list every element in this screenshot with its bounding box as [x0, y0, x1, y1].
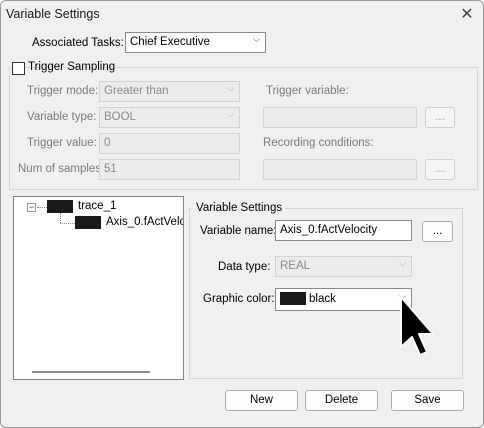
tree-connector: [60, 213, 61, 223]
chevron-down-icon: ⌵: [399, 258, 406, 268]
variable-type-label: Variable type:: [27, 111, 97, 123]
num-samples-field[interactable]: 51: [99, 159, 240, 180]
variable-name-field[interactable]: Axis_0.fActVelocity: [275, 220, 412, 241]
variable-name-value: Axis_0.fActVelocity: [280, 224, 378, 236]
tree-root-trace[interactable]: trace_1: [78, 200, 116, 212]
trigger-mode-dropdown[interactable]: Greater than ⌵: [99, 81, 240, 102]
trace-tree[interactable]: − trace_1 Axis_0.fActVelocity: [13, 196, 184, 380]
trigger-value-field[interactable]: 0: [99, 133, 240, 154]
variable-name-label: Variable name:: [200, 225, 277, 237]
num-samples-label: Num of samples:: [18, 163, 105, 175]
associated-tasks-dropdown[interactable]: Chief Executive ⌵: [125, 32, 266, 53]
trigger-variable-browse-button[interactable]: ...: [425, 107, 455, 128]
variable-type-value: BOOL: [104, 111, 136, 123]
color-swatch: [280, 292, 306, 305]
data-type-dropdown[interactable]: REAL ⌵: [275, 256, 412, 277]
recording-conditions-field[interactable]: [263, 159, 417, 180]
chevron-down-icon: ⌵: [227, 83, 234, 93]
graphic-color-value: black: [309, 293, 336, 305]
recording-conditions-label: Recording conditions:: [263, 137, 374, 149]
tree-connector: [60, 223, 75, 224]
dialog-title: Variable Settings: [6, 7, 100, 21]
recording-conditions-browse-button[interactable]: ...: [425, 159, 455, 180]
variable-type-dropdown[interactable]: BOOL ⌵: [99, 107, 240, 128]
variable-name-browse-button[interactable]: ...: [422, 221, 453, 242]
new-button[interactable]: New: [225, 390, 298, 411]
close-icon[interactable]: ✕: [457, 5, 477, 25]
trigger-value-value: 0: [104, 137, 111, 149]
trigger-mode-label: Trigger mode:: [27, 85, 99, 97]
variable-icon: [75, 216, 101, 229]
delete-button[interactable]: Delete: [305, 390, 378, 411]
tree-child-variable[interactable]: Axis_0.fActVelocity: [106, 216, 183, 228]
title-bar: Variable Settings ✕: [1, 1, 483, 29]
variable-settings-dialog: Variable Settings ✕ Associated Tasks: Ch…: [0, 0, 484, 428]
trigger-mode-value: Greater than: [104, 85, 169, 97]
variable-settings-group-title: Variable Settings: [193, 202, 286, 214]
data-type-label: Data type:: [218, 261, 271, 273]
collapse-icon[interactable]: −: [27, 203, 36, 212]
chevron-down-icon: ⌵: [253, 34, 260, 44]
associated-tasks-label: Associated Tasks:: [32, 37, 124, 49]
mouse-pointer-icon: [400, 296, 434, 356]
associated-tasks-value: Chief Executive: [130, 36, 210, 48]
tree-connector: [37, 207, 47, 208]
data-type-value: REAL: [280, 260, 311, 272]
trigger-variable-field[interactable]: [263, 107, 417, 128]
num-samples-value: 51: [104, 163, 117, 175]
save-button[interactable]: Save: [391, 390, 464, 411]
trigger-sampling-label: Trigger Sampling: [28, 61, 116, 73]
trigger-sampling-header: Trigger Sampling: [12, 60, 115, 76]
trace-icon: [47, 200, 73, 213]
graphic-color-dropdown[interactable]: black ⌵: [275, 288, 412, 311]
graphic-color-label: Graphic color:: [203, 293, 275, 305]
trigger-value-label: Trigger value:: [27, 137, 97, 149]
trigger-sampling-checkbox[interactable]: [12, 62, 25, 75]
horizontal-scrollbar[interactable]: [32, 371, 150, 373]
chevron-down-icon: ⌵: [227, 109, 234, 119]
trigger-variable-label: Trigger variable:: [266, 85, 349, 97]
